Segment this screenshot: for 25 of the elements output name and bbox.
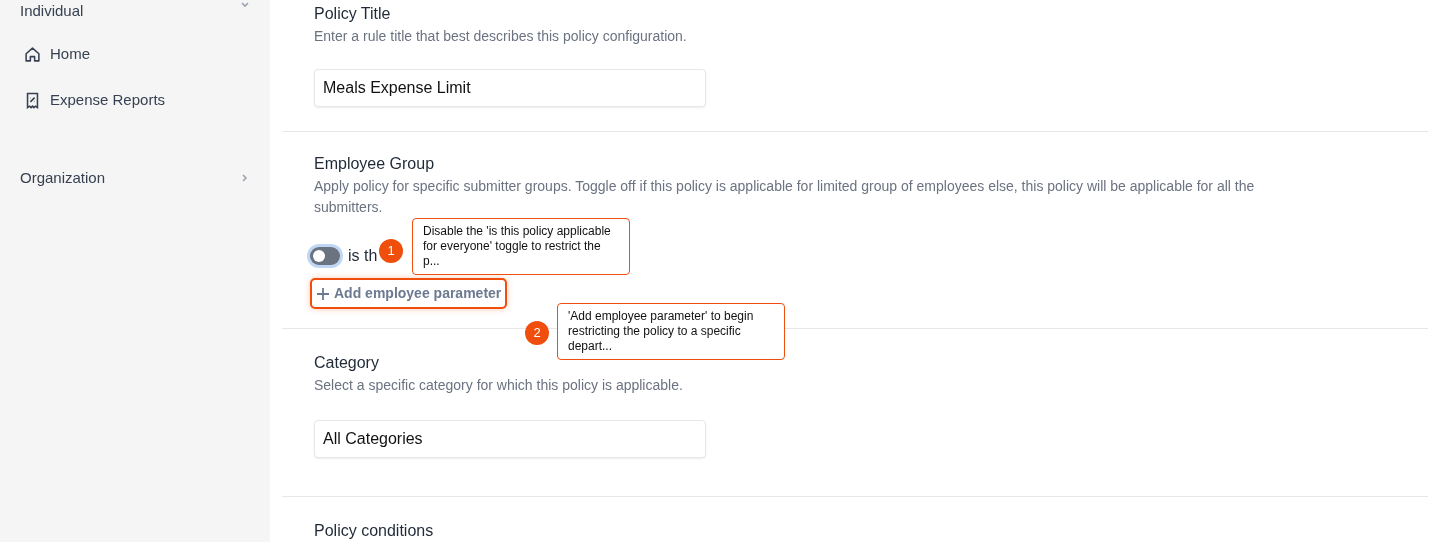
home-icon bbox=[24, 45, 41, 63]
plus-icon bbox=[316, 286, 330, 301]
section-heading: Policy Title bbox=[314, 4, 391, 24]
section-description: Select a specific category for which this policy is applicable. bbox=[314, 375, 683, 395]
section-heading: Policy conditions bbox=[314, 520, 434, 541]
chevron-down-icon[interactable] bbox=[240, 0, 250, 10]
section-heading: Employee Group bbox=[314, 154, 435, 174]
callout-text: Disable the 'is this policy applicable for everyone' toggle to restrict the p... bbox=[412, 218, 630, 275]
section-heading: Category bbox=[314, 352, 379, 373]
sidebar-item[interactable]: Home bbox=[0, 31, 270, 77]
callout-text: 'Add employee parameter' to begin restricting the policy to a specific depart... bbox=[557, 303, 785, 360]
sidebar-group-label[interactable]: Individual bbox=[20, 0, 84, 20]
chevron-right-icon[interactable] bbox=[240, 173, 250, 183]
section-description: Apply policy for specific submitter groups. Toggle off if this policy is applicable for limited group of employees else, this policy will be applicable for all the submitters. bbox=[314, 177, 1256, 217]
step-marker: 1 bbox=[379, 239, 403, 263]
policy-title-field[interactable]: Meals Expense Limit bbox=[314, 69, 706, 107]
sidebar-section[interactable]: Organization bbox=[20, 166, 106, 190]
category-field[interactable]: All Categories bbox=[314, 419, 706, 458]
step-marker: 2 bbox=[525, 321, 549, 345]
sidebar-item[interactable]: Expense Reports bbox=[0, 77, 270, 123]
add-parameter-button[interactable]: Add employee parameter bbox=[312, 280, 506, 307]
receipt-icon bbox=[24, 91, 41, 109]
toggle-label: is th bbox=[348, 246, 378, 266]
toggle-switch[interactable] bbox=[310, 247, 340, 265]
section-description: Enter a rule title that best describes this policy configuration. bbox=[314, 27, 687, 46]
